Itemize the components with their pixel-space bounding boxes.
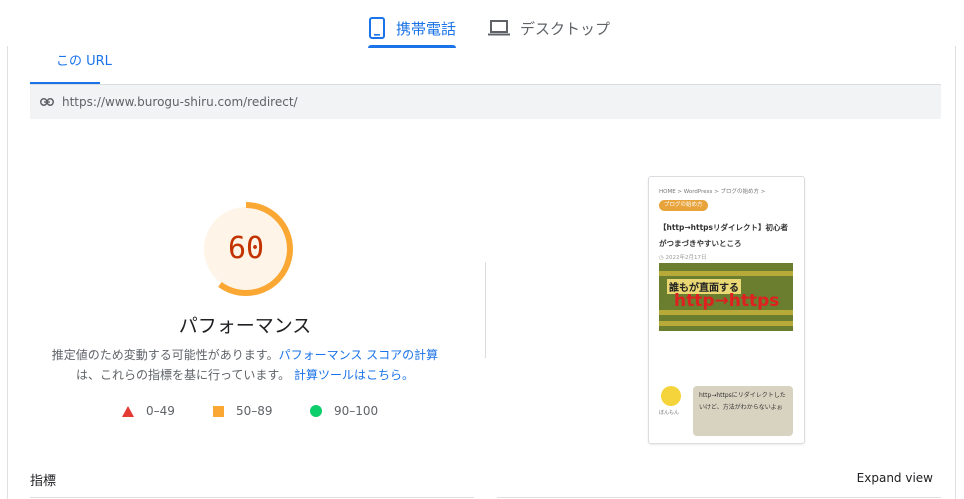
page-screenshot-thumbnail: HOME > WordPress > ブログの始め方 > ブログの始め方 【ht… [648, 176, 805, 444]
active-tab-indicator [368, 45, 457, 48]
metrics-heading: 指標 [30, 474, 57, 489]
triangle-icon [122, 405, 134, 417]
tab-mobile[interactable]: 携帯電話 [368, 10, 457, 48]
right-border [955, 46, 956, 499]
legend-average-range: 50–89 [236, 404, 273, 418]
legend-pass: 90–100 [310, 404, 378, 418]
thumb-date: ◷ 2022年2月17日 [659, 255, 707, 261]
legend-pass-range: 90–100 [334, 404, 379, 418]
thumb-category-badge: ブログの始め方 [659, 200, 708, 211]
performance-title: パフォーマンス [178, 315, 312, 337]
speech-bubble: http→httpsにリダイレクトしたいけど、方法がわからないよぉ [693, 386, 793, 436]
smartphone-icon [369, 17, 385, 39]
description-text-2: は、これらの指標を基に行っています。 [75, 368, 291, 382]
laptop-icon [488, 20, 510, 36]
legend-fail-range: 0–49 [146, 404, 175, 418]
score-calculation-link[interactable]: パフォーマンス スコアの計算 [279, 348, 439, 362]
vertical-divider [485, 262, 486, 358]
this-url-tab[interactable]: この URL [56, 50, 112, 69]
performance-score: 60 [227, 231, 265, 266]
hero-stripe [659, 271, 793, 276]
description-text-1: 推定値のため変動する可能性があります。 [51, 348, 279, 362]
metrics-divider-right [497, 497, 941, 498]
left-border [7, 46, 8, 499]
author-name: ぼんもん [659, 410, 680, 416]
thumb-article-title: 【http→httpsリダイレクト】初心者がつまづきやすいところ [659, 223, 789, 248]
hero-stripe [659, 321, 793, 326]
url-bar: https://www.burogu-shiru.com/redirect/ [30, 84, 941, 119]
author-avatar [661, 386, 681, 406]
tab-desktop-label: デスクトップ [520, 19, 611, 38]
tab-desktop[interactable]: デスクトップ [488, 10, 610, 46]
thumb-hero-image: 誰もが直面する http→https [659, 263, 793, 331]
expand-view-button[interactable]: Expand view [857, 471, 933, 485]
legend-fail: 0–49 [122, 404, 175, 418]
calculator-link[interactable]: 計算ツールはこちら。 [294, 368, 414, 382]
hero-text-2: http→https [674, 291, 780, 311]
score-description: 推定値のため変動する可能性があります。パフォーマンス スコアの計算 は、これらの… [40, 345, 450, 385]
link-icon [40, 98, 54, 106]
square-icon [213, 405, 224, 417]
legend-average: 50–89 [213, 404, 273, 418]
metrics-divider-left [30, 497, 474, 498]
url-text: https://www.burogu-shiru.com/redirect/ [62, 95, 298, 109]
thumb-breadcrumb: HOME > WordPress > ブログの始め方 > [659, 189, 766, 195]
circle-icon [310, 405, 322, 417]
tab-mobile-label: 携帯電話 [396, 19, 457, 38]
